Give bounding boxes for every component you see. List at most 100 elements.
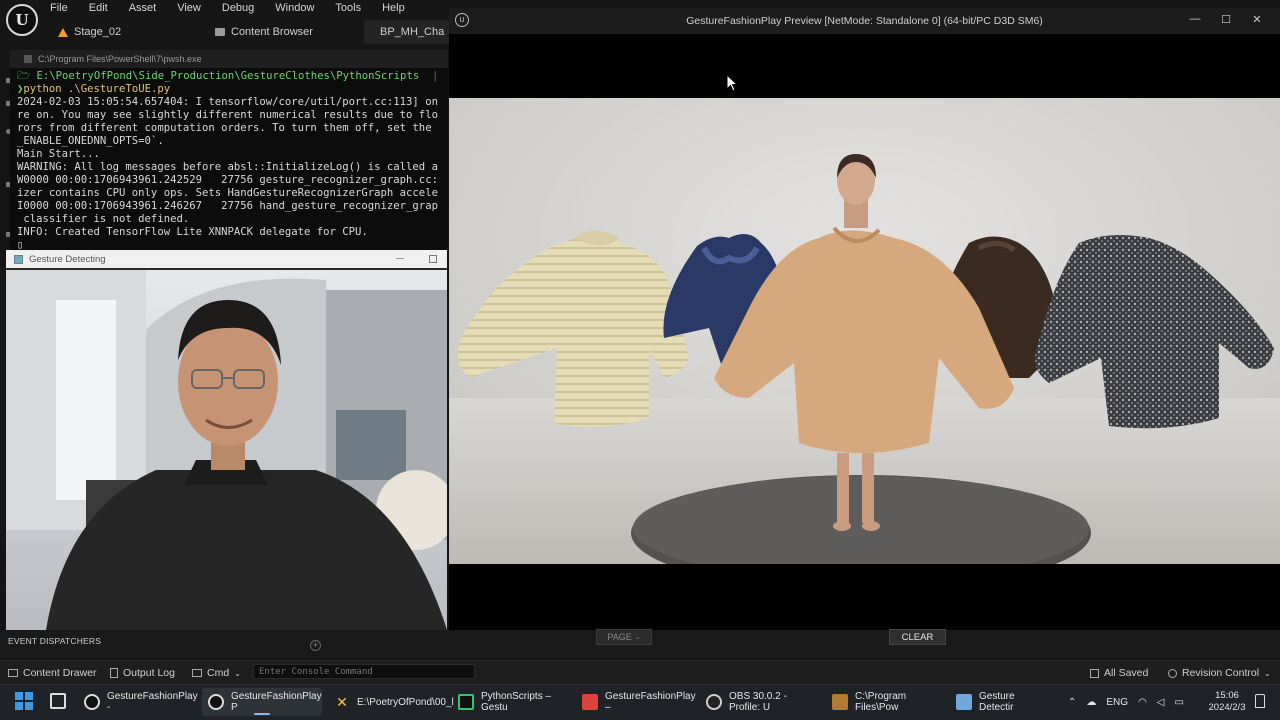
taskbar-app-rider[interactable]: GestureFashionPlay – [576, 688, 696, 716]
taskbar-app-ue-preview[interactable]: GestureFashionPlay P [202, 688, 322, 716]
fashion-scene-viewport[interactable] [449, 98, 1280, 564]
page-label: PAGE [607, 632, 632, 642]
terminal-line: _ENABLE_ONEDNN_OPTS=0`. [17, 135, 164, 147]
terminal-line: izer contains CPU only ops. Sets HandGes… [17, 187, 438, 199]
taskbar-app-pycharm[interactable]: PythonScripts – Gestu [452, 688, 572, 716]
menu-asset[interactable]: Asset [129, 2, 170, 16]
cam-title: Gesture Detecting [29, 253, 106, 265]
terminal-title-bar[interactable]: C:\Program Files\PowerShell\7\pwsh.exe [10, 50, 448, 68]
chevron-down-icon: ⌄ [234, 668, 241, 678]
output-log-button[interactable]: Output Log [110, 666, 175, 680]
add-icon[interactable]: + [310, 640, 321, 651]
terminal-line: INFO: Created TensorFlow Lite XNNPACK de… [17, 226, 368, 238]
notification-bell-icon[interactable] [1255, 694, 1265, 708]
terminal-output: 🗁 E:\PoetryOfPond\Side_Production\Gestur… [17, 70, 439, 250]
console-command-input[interactable] [253, 664, 475, 679]
clock-date: 2024/2/3 [1208, 702, 1246, 713]
level-icon [58, 27, 68, 37]
terminal-icon [832, 694, 848, 710]
x-icon: ✕ [336, 694, 348, 710]
pycharm-icon [458, 694, 474, 710]
tab-bp-mh-character[interactable]: BP_MH_Cha [364, 20, 450, 44]
terminal-cursor: ▯ [17, 239, 24, 250]
content-drawer-button[interactable]: Content Drawer [8, 666, 97, 680]
unreal-icon [84, 694, 100, 710]
battery-icon[interactable]: ▭ [1175, 697, 1184, 708]
obs-icon [706, 694, 722, 710]
chevron-down-icon: ⌄ [1264, 668, 1271, 678]
tab-stage-02[interactable]: Stage_02 [48, 20, 131, 44]
minimize-icon[interactable] [396, 258, 404, 259]
cmd-dropdown[interactable]: Cmd ⌄ [192, 666, 241, 680]
taskbar-app-powershell[interactable]: C:\Program Files\Pow [826, 688, 946, 716]
taskbar-app-label: OBS 30.0.2 - Profile: U [729, 691, 787, 713]
menu-window[interactable]: Window [275, 2, 327, 16]
volume-icon[interactable]: ◁ [1157, 697, 1165, 708]
menu-tools[interactable]: Tools [335, 2, 374, 16]
taskbar-app-obs[interactable]: OBS 30.0.2 - Profile: U [700, 688, 822, 716]
drawer-icon [8, 669, 18, 677]
unreal-logo-icon: U [455, 13, 469, 27]
revision-control-dropdown[interactable]: Revision Control ⌄ [1168, 666, 1271, 680]
windows-start-icon[interactable] [15, 692, 33, 710]
folder-icon: 🗁 [17, 70, 37, 82]
webcam-feed [6, 270, 447, 630]
tab-label: BP_MH_Cha [380, 26, 445, 38]
terminal-icon [24, 55, 32, 63]
preview-title-bar[interactable]: U GestureFashionPlay Preview [NetMode: S… [449, 8, 1280, 34]
menu-file[interactable]: File [50, 2, 81, 16]
all-saved-indicator[interactable]: All Saved [1090, 666, 1148, 680]
wifi-icon[interactable]: ◠ [1138, 697, 1147, 708]
content-drawer-label: Content Drawer [23, 667, 97, 679]
mouse-cursor-icon [726, 74, 738, 92]
task-view-icon[interactable] [50, 693, 66, 709]
menu-view[interactable]: View [177, 2, 214, 16]
revision-control-label: Revision Control [1182, 667, 1260, 679]
maximize-icon[interactable] [429, 255, 437, 263]
tab-content-browser[interactable]: Content Browser [205, 20, 323, 44]
gesture-detecting-window[interactable]: Gesture Detecting [6, 250, 447, 630]
taskbar-app-file-explorer[interactable]: ✕ E:\PoetryOfPond\00_l [328, 688, 454, 716]
terminal-line: WARNING: All log messages before absl::I… [17, 161, 438, 173]
unreal-logo-icon[interactable]: U [6, 4, 38, 36]
taskbar-app-ue-editor[interactable]: GestureFashionPlay - [78, 688, 198, 716]
window-app-icon [956, 694, 972, 710]
terminal-line: re on. You may see slightly different nu… [17, 109, 438, 121]
event-dispatchers-header[interactable]: EVENT DISPATCHERS [8, 636, 101, 656]
save-icon [1090, 668, 1099, 678]
tab-label: Stage_02 [74, 26, 122, 38]
taskbar-app-gesture-detecting[interactable]: Gesture Detectir [950, 688, 1054, 716]
clear-button[interactable]: CLEAR [889, 629, 946, 645]
page-dropdown[interactable]: PAGE ⌄ [596, 629, 652, 645]
menu-debug[interactable]: Debug [222, 2, 267, 16]
game-preview-window[interactable]: U GestureFashionPlay Preview [NetMode: S… [449, 8, 1280, 630]
editor-status-bar: Content Drawer Output Log Cmd ⌄ All Save… [0, 660, 1280, 684]
terminal-line: W0000 00:00:1706943961.242529 27756 gest… [17, 174, 438, 186]
output-log-label: Output Log [123, 667, 175, 679]
taskbar-app-label: GestureFashionPlay – [605, 691, 696, 713]
cam-title-bar[interactable]: Gesture Detecting [6, 250, 447, 268]
minimize-button[interactable]: — [1180, 13, 1210, 29]
clock-time: 15:06 [1215, 690, 1239, 701]
close-button[interactable]: ✕ [1242, 13, 1272, 29]
taskbar-app-label: E:\PoetryOfPond\00_l [357, 696, 454, 708]
menu-edit[interactable]: Edit [89, 2, 121, 16]
language-indicator[interactable]: ENG [1106, 697, 1128, 708]
powershell-terminal[interactable]: C:\Program Files\PowerShell\7\pwsh.exe 🗁… [10, 50, 448, 250]
active-indicator [254, 713, 270, 715]
menu-help[interactable]: Help [382, 2, 418, 16]
cloud-icon[interactable]: ☁ [1086, 697, 1096, 708]
terminal-title: C:\Program Files\PowerShell\7\pwsh.exe [38, 54, 202, 64]
maximize-button[interactable]: ☐ [1211, 13, 1241, 29]
folder-icon [215, 28, 225, 36]
taskbar-app-label: GestureFashionPlay - [107, 691, 198, 713]
taskbar-app-label: Gesture Detectir [979, 691, 1015, 713]
unreal-icon [208, 694, 224, 710]
console-icon [192, 669, 202, 677]
chevron-up-icon[interactable]: ⌃ [1068, 697, 1076, 708]
taskbar-clock[interactable]: 15:06 2024/2/3 [1204, 688, 1250, 716]
terminal-line: I0000 00:00:1706943961.246267 27756 hand… [17, 200, 438, 212]
rider-icon [582, 694, 598, 710]
terminal-path: E:\PoetryOfPond\Side_Production\GestureC… [36, 70, 420, 82]
taskbar-app-label: GestureFashionPlay P [231, 691, 322, 713]
